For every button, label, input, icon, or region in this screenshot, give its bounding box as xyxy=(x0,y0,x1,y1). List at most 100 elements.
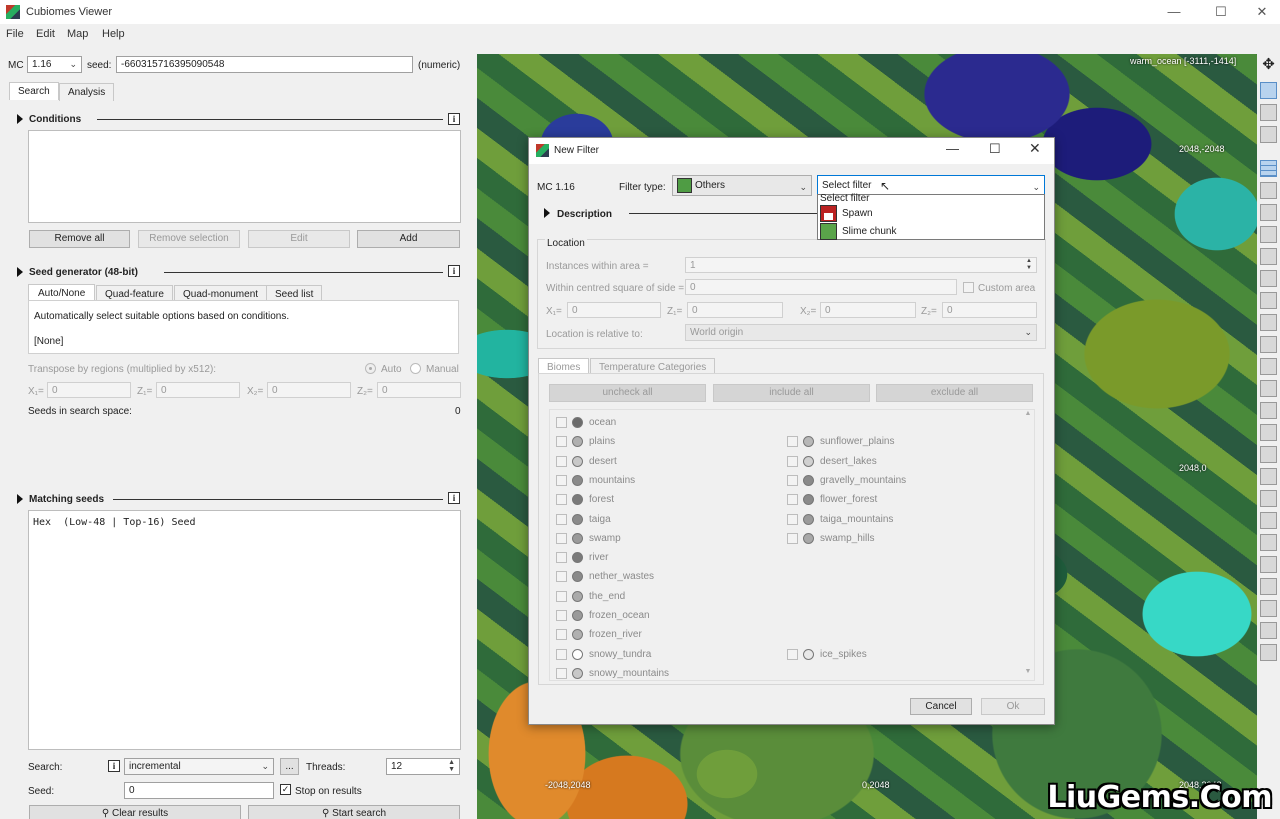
z1-input[interactable]: 0 xyxy=(687,302,783,318)
info-icon[interactable]: i xyxy=(448,265,460,277)
edit-button[interactable]: Edit xyxy=(248,230,350,248)
biome-checkbox[interactable] xyxy=(787,648,798,660)
biome-row[interactable]: frozen_ocean xyxy=(556,609,776,623)
menu-edit[interactable]: Edit xyxy=(36,28,55,40)
biome-row[interactable]: taiga xyxy=(556,513,776,527)
biome-row[interactable]: gravelly_mountains xyxy=(787,474,1007,488)
trail-ruins-icon[interactable] xyxy=(1260,644,1277,661)
monument-icon[interactable] xyxy=(1260,292,1277,309)
ancient-city-icon[interactable] xyxy=(1260,622,1277,639)
x1-input[interactable]: 0 xyxy=(567,302,661,318)
info-icon[interactable]: i xyxy=(108,760,120,772)
start-seed-input[interactable]: 0 xyxy=(124,782,274,799)
biome-row[interactable]: forest xyxy=(556,493,776,507)
outpost-icon[interactable] xyxy=(1260,424,1277,441)
noise-layer-icon[interactable] xyxy=(1260,126,1277,143)
spawn-icon[interactable] xyxy=(1260,556,1277,573)
biome-row[interactable]: mountains xyxy=(556,474,776,488)
biome-checkbox[interactable] xyxy=(787,455,798,467)
uncheck-all-button[interactable]: uncheck all xyxy=(549,384,706,402)
x2-input[interactable]: 0 xyxy=(267,382,351,398)
auto-radio[interactable] xyxy=(365,363,376,374)
tab-analysis[interactable]: Analysis xyxy=(59,83,115,101)
slime-icon[interactable] xyxy=(1260,182,1277,199)
close-button[interactable]: ✕ xyxy=(1252,4,1272,20)
biome-row[interactable]: swamp xyxy=(556,532,776,546)
cancel-button[interactable]: Cancel xyxy=(910,698,972,715)
z2-input[interactable]: 0 xyxy=(942,302,1037,318)
treasure-icon[interactable] xyxy=(1260,380,1277,397)
square-input[interactable]: 0 xyxy=(685,279,957,295)
biome-checkbox[interactable] xyxy=(556,436,567,448)
biome-checkbox[interactable] xyxy=(556,571,567,583)
biome-checkbox[interactable] xyxy=(556,610,567,621)
strongholds-icon[interactable] xyxy=(1260,534,1277,551)
search-options-button[interactable]: ... xyxy=(280,758,299,775)
info-icon[interactable]: i xyxy=(448,113,460,125)
stop-on-results-checkbox[interactable]: ✓ xyxy=(280,784,291,795)
threads-spinbox[interactable]: 12 ▲ ▼ xyxy=(386,758,460,775)
biome-checkbox[interactable] xyxy=(787,494,798,506)
biome-checkbox[interactable] xyxy=(787,513,798,525)
biome-checkbox[interactable] xyxy=(556,667,567,679)
maximize-button[interactable]: ☐ xyxy=(1211,4,1231,20)
ok-button[interactable]: Ok xyxy=(981,698,1045,715)
dialog-maximize-button[interactable]: ☐ xyxy=(989,141,1001,157)
add-button[interactable]: Add xyxy=(357,230,460,248)
portal-icon[interactable] xyxy=(1260,402,1277,419)
biome-checkbox[interactable] xyxy=(787,436,798,448)
igloo-icon[interactable] xyxy=(1260,248,1277,265)
biome-list[interactable]: ocean plains desert mountains forest taiga swa… xyxy=(549,409,1035,681)
collapse-icon[interactable] xyxy=(17,267,23,277)
biome-row[interactable]: nether_wastes xyxy=(556,570,776,584)
biome-checkbox[interactable] xyxy=(787,474,798,486)
biome-row[interactable]: ice_spikes xyxy=(787,648,1007,662)
x1-input[interactable]: 0 xyxy=(47,382,131,398)
z1-input[interactable]: 0 xyxy=(156,382,240,398)
biome-row[interactable]: desert xyxy=(556,455,776,469)
collapse-icon[interactable] xyxy=(17,494,23,504)
tab-search[interactable]: Search xyxy=(9,82,59,100)
biome-checkbox[interactable] xyxy=(556,629,567,641)
biome-checkbox[interactable] xyxy=(556,417,567,428)
shipwreck-icon[interactable] xyxy=(1260,358,1277,375)
dialog-minimize-button[interactable]: — xyxy=(946,141,959,156)
biome-checkbox[interactable] xyxy=(556,590,567,602)
biome-checkbox[interactable] xyxy=(556,513,567,525)
biome-row[interactable]: desert_lakes xyxy=(787,455,1007,469)
x2-input[interactable]: 0 xyxy=(820,302,916,318)
biome-checkbox[interactable] xyxy=(556,532,567,544)
biome-row[interactable]: sunflower_plains xyxy=(787,435,1007,449)
biome-row[interactable]: flower_forest xyxy=(787,493,1007,507)
biome-row[interactable]: snowy_tundra xyxy=(556,648,776,662)
scrollbar[interactable]: ▲ ▼ xyxy=(1022,410,1034,680)
endcity-icon[interactable] xyxy=(1260,490,1277,507)
scroll-up-icon[interactable]: ▲ xyxy=(1022,410,1034,417)
dialog-close-button[interactable]: ✕ xyxy=(1029,140,1041,157)
biome-row[interactable]: river xyxy=(556,551,776,565)
ruins-icon[interactable] xyxy=(1260,336,1277,353)
info-icon[interactable]: i xyxy=(448,492,460,504)
geode-icon[interactable] xyxy=(1260,600,1277,617)
biomes-layer-icon[interactable] xyxy=(1260,82,1277,99)
filter-type-select[interactable]: Others ⌄ xyxy=(672,175,812,196)
hut-icon[interactable] xyxy=(1260,270,1277,287)
grid-icon[interactable] xyxy=(1260,160,1277,177)
seed-input[interactable]: -660315716395090548 xyxy=(116,56,413,73)
biome-checkbox[interactable] xyxy=(787,532,798,544)
collapse-icon[interactable] xyxy=(17,114,23,124)
remove-all-button[interactable]: Remove all xyxy=(29,230,130,248)
biome-row[interactable]: taiga_mountains xyxy=(787,513,1007,527)
biome-row[interactable]: swamp_hills xyxy=(787,532,1007,546)
start-search-button[interactable]: ⚲ Start search xyxy=(248,805,460,819)
minimize-button[interactable]: — xyxy=(1164,4,1184,20)
gateway-icon[interactable] xyxy=(1260,512,1277,529)
biome-checkbox[interactable] xyxy=(556,552,567,564)
biome-row[interactable]: ocean xyxy=(556,416,776,430)
z2-input[interactable]: 0 xyxy=(377,382,461,398)
biome-row[interactable]: frozen_river xyxy=(556,628,776,642)
search-mode-select[interactable]: incremental ⌄ xyxy=(124,758,274,775)
scroll-down-icon[interactable]: ▼ xyxy=(1022,668,1034,675)
instances-spinbox[interactable]: 1 ▲ ▼ xyxy=(685,257,1037,273)
exclude-all-button[interactable]: exclude all xyxy=(876,384,1033,402)
